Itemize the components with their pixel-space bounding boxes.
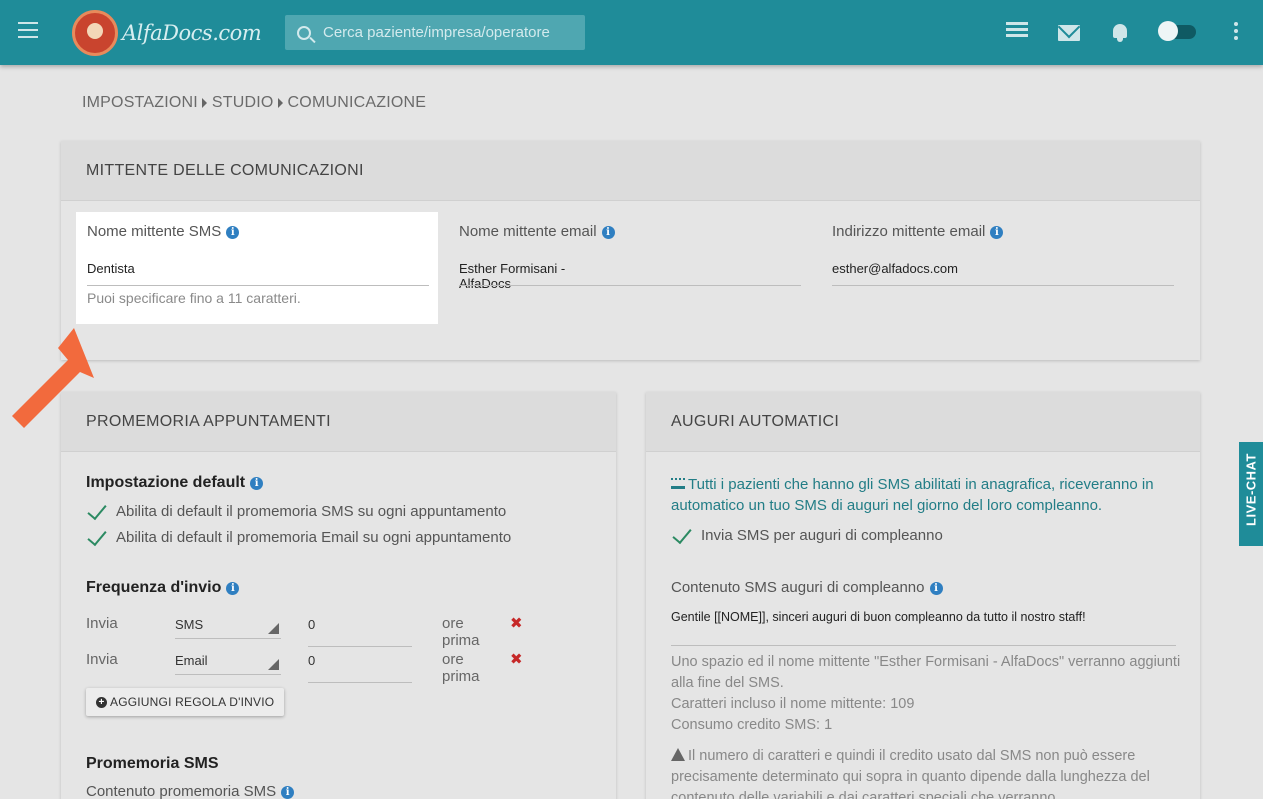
rule-channel-select[interactable]: Email <box>175 653 281 675</box>
email-name-underline <box>459 285 801 286</box>
breadcrumb-separator-icon <box>201 98 207 108</box>
rule-after-label: ore prima <box>442 615 480 649</box>
search-input[interactable] <box>323 24 573 41</box>
info-icon[interactable]: i <box>990 226 1004 239</box>
sms-reminder-content-label: Contenuto promemoria SMS <box>86 783 277 799</box>
top-bar: AlfaDocs.com <box>0 0 1263 65</box>
birthday-sms-label: Invia SMS per auguri di compleanno <box>701 527 943 544</box>
birthday-sms-checkbox[interactable]: Invia SMS per auguri di compleanno <box>671 523 943 544</box>
email-address-underline <box>832 285 1174 286</box>
rule-after-label: ore prima <box>442 651 480 685</box>
birthday-sender-note: Uno spazio ed il nome mittente "Esther F… <box>671 654 1181 691</box>
more-vert-icon[interactable] <box>1233 22 1239 42</box>
add-send-rule-button[interactable]: + AGGIUNGI REGOLA D'INVIO <box>86 688 285 716</box>
sender-card-title: MITTENTE DELLE COMUNICAZIONI <box>61 141 1200 201</box>
breadcrumb: IMPOSTAZIONI STUDIO COMUNICAZIONE <box>82 94 426 112</box>
check-icon <box>672 523 692 544</box>
birthday-char-count: Caratteri incluso il nome mittente: 109 <box>671 696 915 712</box>
rule-label: Invia <box>86 651 118 668</box>
rule-hours-input[interactable]: 0 <box>308 653 412 683</box>
delete-rule-icon[interactable]: ✖ <box>510 614 523 632</box>
sms-reminder-content-field[interactable]: Contenuto promemoria SMS i <box>86 783 295 799</box>
default-email-label: Abilita di default il promemoria Email s… <box>116 529 512 546</box>
reminders-card-title: PROMEMORIA APPUNTAMENTI <box>61 392 616 452</box>
check-icon <box>87 525 107 546</box>
email-address-label: Indirizzo mittente email <box>832 223 986 240</box>
mail-icon[interactable] <box>1058 25 1080 41</box>
birthday-intro: Tutti i pazienti che hanno gli SMS abili… <box>671 476 1154 514</box>
sms-sender-underline <box>87 285 429 286</box>
birthday-content-underline <box>671 645 1176 646</box>
annotation-arrow-icon <box>12 328 94 428</box>
bell-icon[interactable] <box>1111 22 1129 42</box>
list-icon[interactable] <box>1006 22 1028 38</box>
default-sms-label: Abilita di default il promemoria SMS su … <box>116 503 507 520</box>
live-chat-label: LIVE-CHAT <box>1243 453 1259 526</box>
birthday-content-value[interactable]: Gentile [[NOME]], sinceri auguri di buon… <box>671 610 1086 624</box>
email-address-field[interactable]: Indirizzo mittente email i esther@alfadoc… <box>832 223 1174 286</box>
search-box[interactable] <box>285 15 585 50</box>
birthday-warning: Il numero di caratteri e quindi il credi… <box>671 748 1150 799</box>
sms-reminder-title: Promemoria SMS <box>86 755 219 772</box>
sms-sender-field[interactable]: Nome mittente SMS i Dentista <box>87 223 429 286</box>
info-icon[interactable]: i <box>250 477 264 490</box>
info-icon[interactable]: i <box>601 226 615 239</box>
sms-sender-highlight: Nome mittente SMS i Dentista Puoi specifi… <box>76 212 438 324</box>
email-address-value[interactable]: esther@alfadocs.com <box>832 261 958 276</box>
lion-logo-icon <box>72 10 118 56</box>
warning-icon <box>671 748 685 761</box>
sms-sender-hint: Puoi specificare fino a 11 caratteri. <box>87 290 301 306</box>
info-icon[interactable]: i <box>929 582 943 595</box>
reminders-card: PROMEMORIA APPUNTAMENTI Impostazione def… <box>61 392 616 799</box>
breadcrumb-studio[interactable]: STUDIO <box>212 94 274 112</box>
email-name-label: Nome mittente email <box>459 223 597 240</box>
birthday-sms-info: Uno spazio ed il nome mittente "Esther F… <box>671 652 1181 736</box>
birthday-card: AUGURI AUTOMATICI Tutti i pazienti che h… <box>646 392 1200 799</box>
frequency-title: Frequenza d'invio i <box>86 579 240 597</box>
add-send-rule-label: AGGIUNGI REGOLA D'INVIO <box>110 695 275 709</box>
rule-hours-input[interactable]: 0 <box>308 617 412 647</box>
cake-icon <box>671 478 685 489</box>
delete-rule-icon[interactable]: ✖ <box>510 650 523 668</box>
breadcrumb-separator-icon <box>277 98 283 108</box>
breadcrumb-comunicazione: COMUNICAZIONE <box>287 94 427 111</box>
brand-name: AlfaDocs.com <box>122 21 262 45</box>
birthday-credit-usage: Consumo credito SMS: 1 <box>671 717 833 733</box>
sms-sender-label: Nome mittente SMS <box>87 223 222 240</box>
default-sms-checkbox[interactable]: Abilita di default il promemoria SMS su … <box>86 499 507 520</box>
info-icon[interactable]: i <box>281 786 295 799</box>
add-circle-icon: + <box>96 696 107 708</box>
theme-toggle[interactable] <box>1158 21 1196 41</box>
birthday-card-title: AUGURI AUTOMATICI <box>646 392 1200 452</box>
default-settings-title: Impostazione default i <box>86 474 264 492</box>
email-name-field[interactable]: Nome mittente email i Esther Formisani - … <box>459 223 801 291</box>
info-icon[interactable]: i <box>226 582 240 595</box>
rule-label: Invia <box>86 615 118 632</box>
info-icon[interactable]: i <box>226 226 240 239</box>
live-chat-tab[interactable]: LIVE-CHAT <box>1239 442 1263 546</box>
sms-sender-value[interactable]: Dentista <box>87 261 135 276</box>
email-name-value[interactable]: Esther Formisani - AlfaDocs <box>459 261 615 291</box>
search-icon <box>297 25 311 40</box>
logo[interactable]: AlfaDocs.com <box>72 9 262 57</box>
rule-channel-select[interactable]: SMS <box>175 617 281 639</box>
breadcrumb-impostazioni[interactable]: IMPOSTAZIONI <box>82 94 198 112</box>
default-email-checkbox[interactable]: Abilita di default il promemoria Email s… <box>86 525 512 546</box>
check-icon <box>87 499 107 520</box>
hamburger-menu-icon[interactable] <box>18 22 38 38</box>
birthday-content-label: Contenuto SMS auguri di compleanno <box>671 579 925 596</box>
birthday-content-field: Contenuto SMS auguri di compleanno i <box>671 579 943 596</box>
